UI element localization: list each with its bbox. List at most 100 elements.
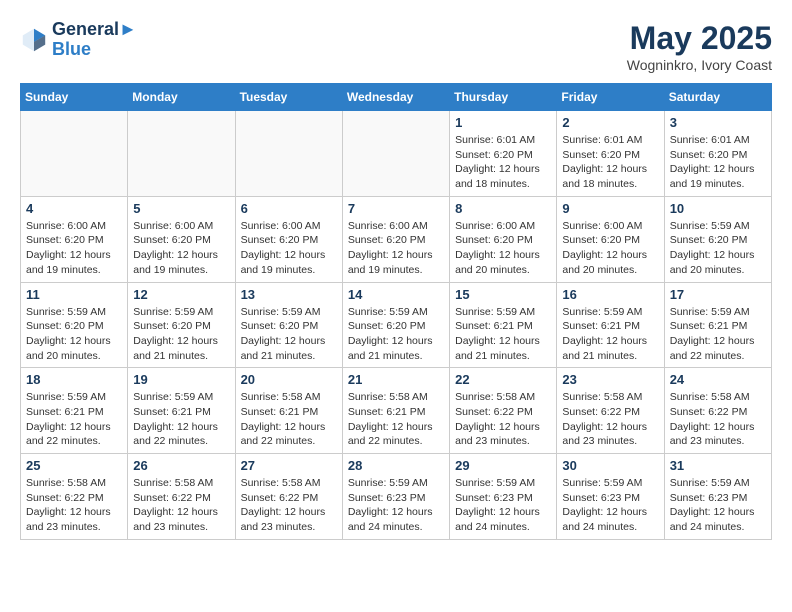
week-row-1: 1Sunrise: 6:01 AM Sunset: 6:20 PM Daylig… [21,111,772,197]
day-info: Sunrise: 6:00 AM Sunset: 6:20 PM Dayligh… [348,219,444,278]
calendar-cell: 1Sunrise: 6:01 AM Sunset: 6:20 PM Daylig… [450,111,557,197]
day-info: Sunrise: 5:58 AM Sunset: 6:21 PM Dayligh… [348,390,444,449]
day-info: Sunrise: 5:59 AM Sunset: 6:23 PM Dayligh… [670,476,766,535]
day-info: Sunrise: 5:59 AM Sunset: 6:21 PM Dayligh… [26,390,122,449]
calendar-cell: 8 Sunrise: 6:00 AM Sunset: 6:20 PM Daylig… [450,196,557,282]
day-info: Sunrise: 5:59 AM Sunset: 6:21 PM Dayligh… [562,305,658,364]
day-number: 9 [562,201,658,216]
day-info: Sunrise: 5:59 AM Sunset: 6:21 PM Dayligh… [670,305,766,364]
calendar-cell: 27 Sunrise: 5:58 AM Sunset: 6:22 PM Dayli… [235,454,342,540]
day-number: 26 [133,458,229,473]
day-info: Sunrise: 6:01 AM Sunset: 6:20 PM Dayligh… [670,133,766,192]
day-info: Sunrise: 5:58 AM Sunset: 6:22 PM Dayligh… [241,476,337,535]
day-info: Sunrise: 5:59 AM Sunset: 6:20 PM Dayligh… [670,219,766,278]
day-number: 16 [562,287,658,302]
weekday-header-wednesday: Wednesday [342,84,449,111]
calendar-cell: 26 Sunrise: 5:58 AM Sunset: 6:22 PM Dayli… [128,454,235,540]
day-info: Sunrise: 5:59 AM Sunset: 6:21 PM Dayligh… [455,305,551,364]
day-number: 15 [455,287,551,302]
day-number: 11 [26,287,122,302]
calendar-cell: 14Sunrise: 5:59 AM Sunset: 6:20 PM Dayli… [342,282,449,368]
day-number: 13 [241,287,337,302]
week-row-2: 4 Sunrise: 6:00 AM Sunset: 6:20 PM Daylig… [21,196,772,282]
day-number: 4 [26,201,122,216]
day-number: 20 [241,372,337,387]
day-info: Sunrise: 5:59 AM Sunset: 6:20 PM Dayligh… [133,305,229,364]
calendar-cell: 25Sunrise: 5:58 AM Sunset: 6:22 PM Dayli… [21,454,128,540]
day-info: Sunrise: 5:59 AM Sunset: 6:23 PM Dayligh… [562,476,658,535]
calendar-cell [128,111,235,197]
calendar-cell: 9 Sunrise: 6:00 AM Sunset: 6:20 PM Daylig… [557,196,664,282]
calendar-cell: 6 Sunrise: 6:00 AM Sunset: 6:20 PM Daylig… [235,196,342,282]
weekday-header-thursday: Thursday [450,84,557,111]
calendar-cell: 29Sunrise: 5:59 AM Sunset: 6:23 PM Dayli… [450,454,557,540]
calendar-cell: 2 Sunrise: 6:01 AM Sunset: 6:20 PM Daylig… [557,111,664,197]
location: Wogninkro, Ivory Coast [627,57,772,73]
calendar-cell: 30 Sunrise: 5:59 AM Sunset: 6:23 PM Dayli… [557,454,664,540]
day-number: 23 [562,372,658,387]
calendar-cell: 5 Sunrise: 6:00 AM Sunset: 6:20 PM Daylig… [128,196,235,282]
month-year: May 2025 [627,20,772,57]
calendar-cell: 20 Sunrise: 5:58 AM Sunset: 6:21 PM Dayli… [235,368,342,454]
title-block: May 2025 Wogninkro, Ivory Coast [627,20,772,73]
day-info: Sunrise: 5:58 AM Sunset: 6:22 PM Dayligh… [133,476,229,535]
weekday-header-monday: Monday [128,84,235,111]
calendar-cell [235,111,342,197]
day-number: 2 [562,115,658,130]
day-number: 10 [670,201,766,216]
calendar-cell: 22 Sunrise: 5:58 AM Sunset: 6:22 PM Dayli… [450,368,557,454]
calendar-cell: 15 Sunrise: 5:59 AM Sunset: 6:21 PM Dayli… [450,282,557,368]
week-row-3: 11 Sunrise: 5:59 AM Sunset: 6:20 PM Dayli… [21,282,772,368]
day-info: Sunrise: 6:00 AM Sunset: 6:20 PM Dayligh… [133,219,229,278]
day-info: Sunrise: 5:59 AM Sunset: 6:21 PM Dayligh… [133,390,229,449]
logo-icon [20,26,48,54]
calendar-cell: 13Sunrise: 5:59 AM Sunset: 6:20 PM Dayli… [235,282,342,368]
day-number: 6 [241,201,337,216]
day-number: 27 [241,458,337,473]
day-info: Sunrise: 6:00 AM Sunset: 6:20 PM Dayligh… [562,219,658,278]
day-number: 3 [670,115,766,130]
day-number: 12 [133,287,229,302]
day-number: 22 [455,372,551,387]
calendar-cell: 7 Sunrise: 6:00 AM Sunset: 6:20 PM Daylig… [342,196,449,282]
calendar-header-row: SundayMondayTuesdayWednesdayThursdayFrid… [21,84,772,111]
day-number: 17 [670,287,766,302]
logo: General► Blue [20,20,137,60]
day-number: 30 [562,458,658,473]
day-info: Sunrise: 5:58 AM Sunset: 6:22 PM Dayligh… [455,390,551,449]
weekday-header-friday: Friday [557,84,664,111]
day-info: Sunrise: 6:00 AM Sunset: 6:20 PM Dayligh… [241,219,337,278]
calendar-cell: 4 Sunrise: 6:00 AM Sunset: 6:20 PM Daylig… [21,196,128,282]
day-number: 19 [133,372,229,387]
page-header: General► Blue May 2025 Wogninkro, Ivory … [20,20,772,73]
calendar: SundayMondayTuesdayWednesdayThursdayFrid… [20,83,772,540]
day-info: Sunrise: 6:00 AM Sunset: 6:20 PM Dayligh… [455,219,551,278]
day-number: 29 [455,458,551,473]
day-number: 21 [348,372,444,387]
logo-text: General► Blue [52,20,137,60]
day-info: Sunrise: 5:59 AM Sunset: 6:23 PM Dayligh… [348,476,444,535]
day-info: Sunrise: 5:58 AM Sunset: 6:21 PM Dayligh… [241,390,337,449]
weekday-header-tuesday: Tuesday [235,84,342,111]
calendar-cell: 24Sunrise: 5:58 AM Sunset: 6:22 PM Dayli… [664,368,771,454]
calendar-cell: 17 Sunrise: 5:59 AM Sunset: 6:21 PM Dayli… [664,282,771,368]
day-number: 25 [26,458,122,473]
calendar-cell: 21 Sunrise: 5:58 AM Sunset: 6:21 PM Dayli… [342,368,449,454]
calendar-cell: 31Sunrise: 5:59 AM Sunset: 6:23 PM Dayli… [664,454,771,540]
weekday-header-saturday: Saturday [664,84,771,111]
calendar-cell: 23 Sunrise: 5:58 AM Sunset: 6:22 PM Dayli… [557,368,664,454]
calendar-cell [342,111,449,197]
day-number: 18 [26,372,122,387]
day-number: 8 [455,201,551,216]
day-info: Sunrise: 6:00 AM Sunset: 6:20 PM Dayligh… [26,219,122,278]
calendar-cell [21,111,128,197]
day-info: Sunrise: 6:01 AM Sunset: 6:20 PM Dayligh… [562,133,658,192]
day-number: 14 [348,287,444,302]
day-info: Sunrise: 5:58 AM Sunset: 6:22 PM Dayligh… [562,390,658,449]
week-row-4: 18 Sunrise: 5:59 AM Sunset: 6:21 PM Dayli… [21,368,772,454]
day-number: 7 [348,201,444,216]
day-number: 5 [133,201,229,216]
day-info: Sunrise: 5:59 AM Sunset: 6:20 PM Dayligh… [26,305,122,364]
calendar-cell: 11 Sunrise: 5:59 AM Sunset: 6:20 PM Dayli… [21,282,128,368]
week-row-5: 25 Sunrise: 5:58 AM Sunset: 6:22 PM Dayli… [21,454,772,540]
